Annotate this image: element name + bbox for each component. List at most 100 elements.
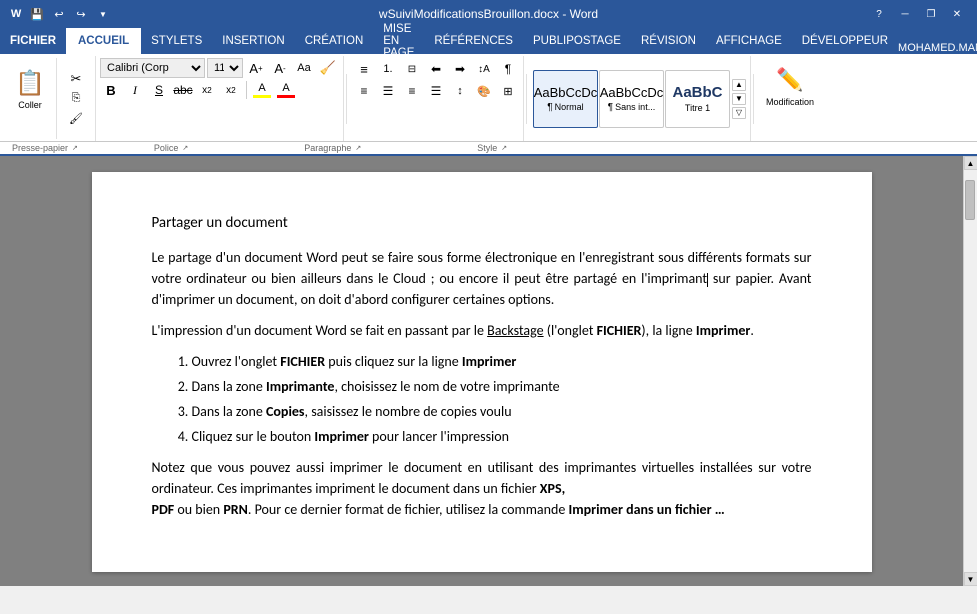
list-item-4: Cliquez sur le bouton Imprimer pour lanc… [192,426,812,447]
highlight-color-button[interactable]: A [251,80,273,100]
scroll-thumb[interactable] [965,180,975,220]
doc-heading-text: Partager un document [152,214,288,232]
show-marks-button[interactable]: ¶ [497,58,519,80]
label-paragraphe[interactable]: Paragraphe ↗ [296,142,369,154]
multilevel-button[interactable]: ⊟ [401,58,423,80]
backstage-link: Backstage [487,322,543,339]
document-page[interactable]: Partager un document Le partage d'un doc… [92,172,872,572]
doc-heading: Partager un document [152,212,812,235]
copies-bold: Copies [266,403,305,420]
tab-publipostage[interactable]: PUBLIPOSTAGE [523,28,631,54]
label-style[interactable]: Style ↗ [469,142,515,154]
font-size-select[interactable]: 11 [207,58,243,78]
superscript-button[interactable]: x2 [220,80,242,100]
minimize-button[interactable]: ─ [893,4,917,24]
list-item-1: Ouvrez l'onglet FICHIER puis cliquez sur… [192,351,812,372]
couper-button[interactable]: ✂ [61,70,91,88]
align-left-button[interactable]: ≡ [353,80,375,102]
expand-icon-presse-papier: ↗ [72,144,78,152]
save-qat-button[interactable]: 💾 [28,5,46,23]
increase-indent-button[interactable]: ➡ [449,58,471,80]
sort-button[interactable]: ↕A [473,58,495,80]
shading-button[interactable]: 🎨 [473,80,495,102]
modification-label: Modification [766,97,814,107]
tab-developpeur[interactable]: DÉVELOPPEUR [792,28,898,54]
help-button[interactable]: ? [867,4,891,24]
style-sans-label: ¶ Sans int... [608,102,655,113]
scroll-up-button[interactable]: ▲ [964,156,977,170]
tab-stylets[interactable]: STYLETS [141,28,212,54]
steps-list: Ouvrez l'onglet FICHIER puis cliquez sur… [192,351,812,447]
strikethrough-button[interactable]: abc [172,80,194,100]
doc-para-3: Notez que vous pouvez aussi imprimer le … [152,457,812,520]
close-button[interactable]: ✕ [945,4,969,24]
copier-button[interactable]: ⎘ [61,90,91,108]
document-title: wSuiviModificationsBrouillon.docx - Word [379,7,598,21]
font-case-button[interactable]: Aa [293,58,315,78]
presse-papier-text: Presse-papier [12,143,68,153]
line-spacing-button[interactable]: ↕ [449,80,471,102]
coller-label: Coller [18,100,42,110]
style-titre1[interactable]: AaBbC Titre 1 [665,70,730,128]
subscript-button[interactable]: x2 [196,80,218,100]
numbering-button[interactable]: 1. [377,58,399,80]
decrease-indent-button[interactable]: ⬅ [425,58,447,80]
scroll-track[interactable] [964,170,977,572]
style-titre1-label: Titre 1 [685,103,710,113]
expand-icon-police: ↗ [182,144,188,152]
ribbon-toolbar: 📋 Coller ✂ ⎘ 🖌 Calibri (Corp 11 A+ A- Aa… [0,54,977,142]
doc-para-1: Le partage d'un document Word peut se fa… [152,247,812,310]
font-group: Calibri (Corp 11 A+ A- Aa 🧹 B I S abc x2… [96,56,344,141]
style-normal[interactable]: AaBbCcDc ¶ Normal [533,70,598,128]
redo-qat-button[interactable]: ↪ [72,5,90,23]
label-police[interactable]: Police ↗ [146,142,196,154]
undo-qat-button[interactable]: ↩ [50,5,68,23]
font-grow-button[interactable]: A+ [245,58,267,78]
tab-mise-en-page[interactable]: MISE EN PAGE [373,28,424,54]
tab-references[interactable]: RÉFÉRENCES [424,28,523,54]
coller-icon: 📋 [15,69,45,98]
prn-bold: PRN [223,501,248,518]
reproduire-button[interactable]: 🖌 [61,110,91,128]
bold-button[interactable]: B [100,80,122,100]
title-bar: W 💾 ↩ ↪ ▼ wSuiviModificationsBrouillon.d… [0,0,977,28]
style-scroll-up[interactable]: ▲ [732,79,746,91]
separator-1 [346,74,347,124]
align-center-button[interactable]: ☰ [377,80,399,102]
style-expand[interactable]: ▽ [732,107,746,119]
restore-button[interactable]: ❐ [919,4,943,24]
style-sans-interligne[interactable]: AaBbCcDc ¶ Sans int... [599,70,664,128]
underline-button[interactable]: S [148,80,170,100]
font-name-select[interactable]: Calibri (Corp [100,58,205,78]
font-color-indicator [277,95,295,98]
xps-bold: XPS, [540,480,565,497]
font-shrink-button[interactable]: A- [269,58,291,78]
style-scroll-down[interactable]: ▼ [732,93,746,105]
bullets-button[interactable]: ≡ [353,58,375,80]
coller-button[interactable]: 📋 Coller [8,58,52,120]
style-text: Style [477,143,497,153]
font-color-button[interactable]: A [275,80,297,100]
tab-insertion[interactable]: INSERTION [212,28,294,54]
style-sans-preview: AaBbCcDc [600,85,664,100]
label-presse-papier[interactable]: Presse-papier ↗ [4,142,86,154]
align-right-button[interactable]: ≡ [401,80,423,102]
police-text: Police [154,143,179,153]
style-normal-preview: AaBbCcDc [534,85,598,100]
customize-qat-button[interactable]: ▼ [94,5,112,23]
clear-format-button[interactable]: 🧹 [317,58,339,78]
vertical-scrollbar[interactable]: ▲ ▼ [963,156,977,586]
justify-button[interactable]: ☰ [425,80,447,102]
tab-fichier[interactable]: FICHIER [0,28,66,54]
style-titre1-preview: AaBbC [672,84,722,101]
tab-creation[interactable]: CRÉATION [295,28,374,54]
borders-button[interactable]: ⊞ [497,80,519,102]
modification-button[interactable]: ✏️ Modification [760,58,820,116]
tab-revision[interactable]: RÉVISION [631,28,706,54]
expand-icon-paragraphe: ↗ [355,144,361,152]
tab-accueil[interactable]: ACCUEIL [66,28,141,54]
scroll-down-button[interactable]: ▼ [964,572,977,586]
style-normal-label: ¶ Normal [547,102,583,113]
italic-button[interactable]: I [124,80,146,100]
tab-affichage[interactable]: AFFICHAGE [706,28,792,54]
